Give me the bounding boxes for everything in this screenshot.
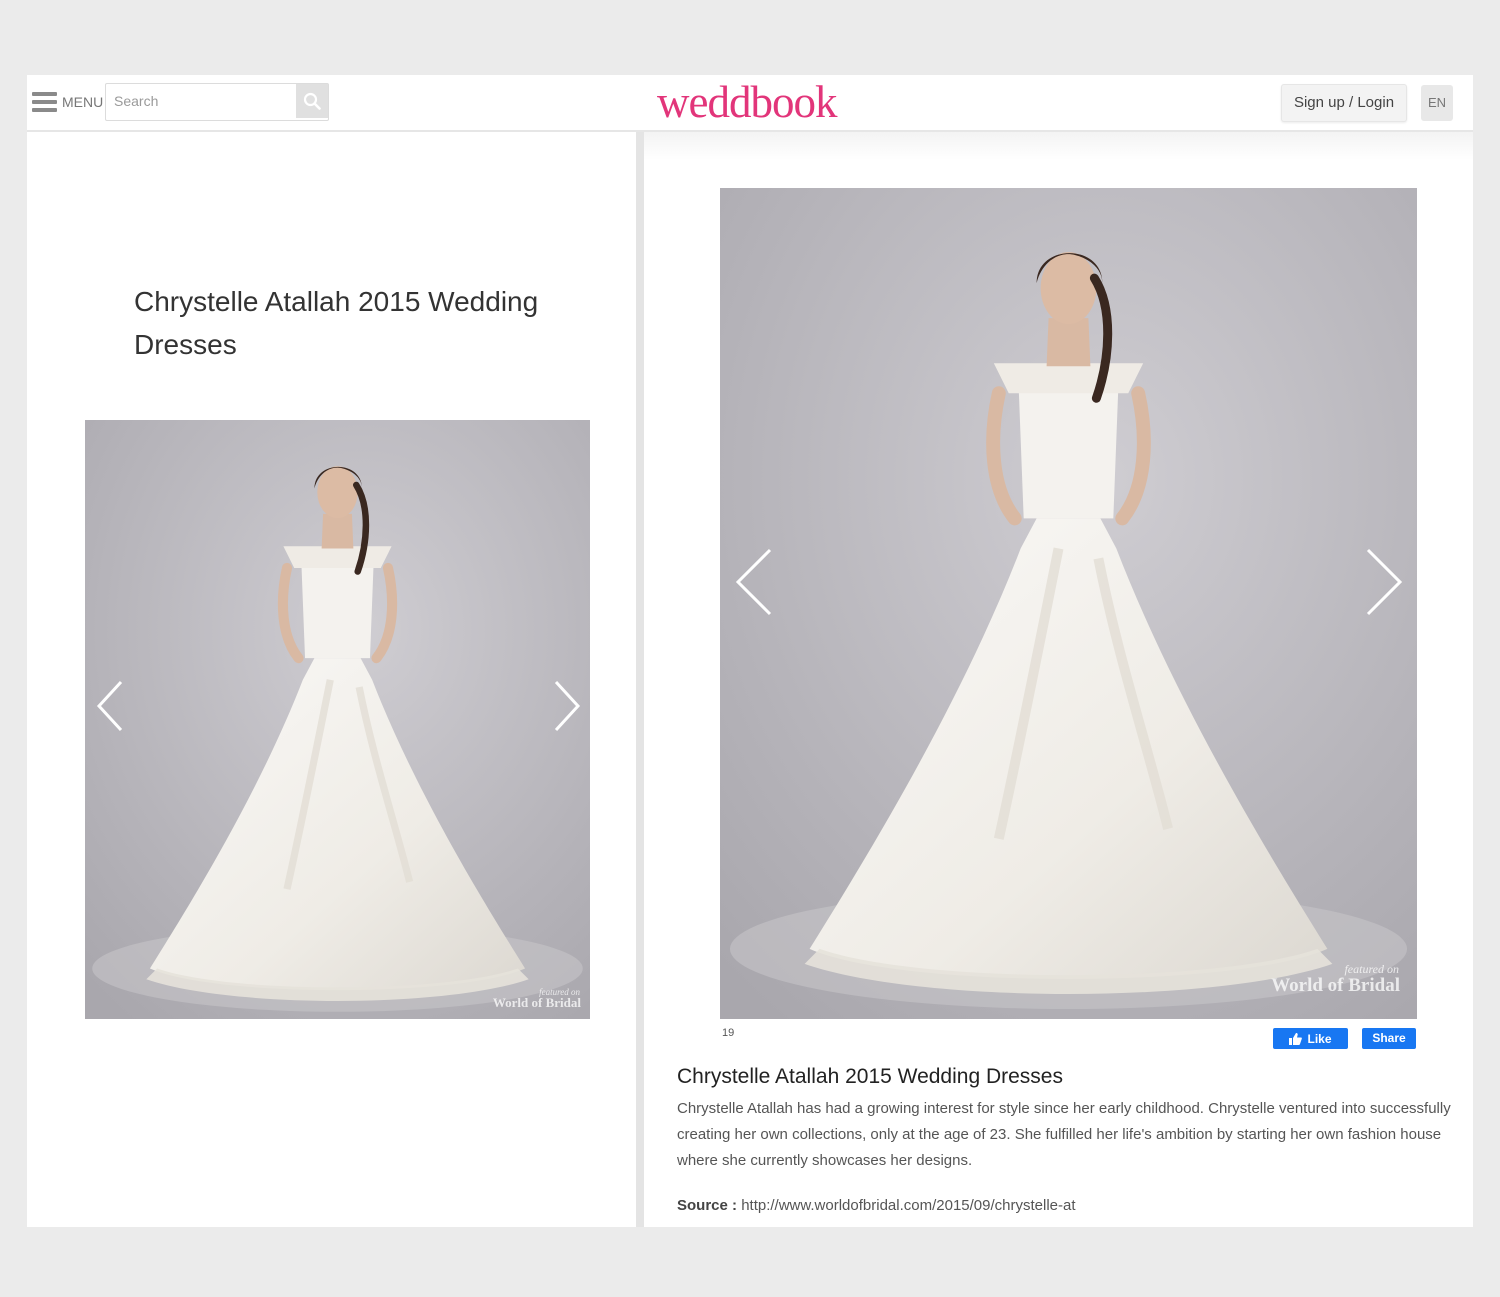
chevron-right-icon[interactable] — [1364, 546, 1406, 618]
thumbs-up-icon — [1289, 1032, 1303, 1045]
chevron-right-icon[interactable] — [552, 678, 584, 734]
wedding-dress-photo — [85, 420, 590, 1019]
panel-top-shadow — [644, 132, 1473, 160]
search-box — [105, 83, 329, 121]
search-button[interactable] — [296, 84, 328, 118]
facebook-like-button[interactable]: Like — [1273, 1028, 1348, 1049]
panel-divider — [636, 132, 644, 1227]
left-gallery-title: Chrystelle Atallah 2015 Wedding Dresses — [134, 286, 539, 360]
language-selector[interactable]: EN — [1421, 85, 1453, 121]
menu-button[interactable]: MENU — [32, 89, 103, 115]
gallery-title: Chrystelle Atallah 2015 Wedding Dresses — [677, 1065, 1063, 1088]
source-link[interactable]: http://www.worldofbridal.com/2015/09/chr… — [741, 1197, 1075, 1214]
like-label: Like — [1307, 1031, 1332, 1046]
facebook-share-button[interactable]: Share — [1362, 1028, 1416, 1049]
right-gallery-image: featured on World of Bridal — [720, 188, 1417, 1019]
search-input[interactable] — [106, 84, 292, 118]
left-gallery-image: featured on World of Bridal — [85, 420, 590, 1019]
wedding-dress-photo-large — [720, 188, 1417, 1019]
search-icon — [303, 92, 321, 110]
signup-login-button[interactable]: Sign up / Login — [1281, 84, 1407, 122]
watermark-world-of-bridal: World of Bridal — [1271, 975, 1400, 996]
image-counter: 19 — [722, 1027, 735, 1039]
watermark-world-of-bridal: World of Bridal — [492, 995, 581, 1010]
top-navigation-bar: MENU weddbook Sign up / Login EN — [27, 75, 1473, 132]
menu-label: MENU — [62, 94, 104, 110]
hamburger-icon — [32, 91, 57, 113]
weddbook-logo[interactable]: weddbook — [657, 77, 837, 127]
page-frame: MENU weddbook Sign up / Login EN Chryste… — [27, 75, 1473, 1227]
source-line: Source : http://www.worldofbridal.com/20… — [677, 1197, 1076, 1214]
chevron-left-icon[interactable] — [732, 546, 774, 618]
chevron-left-icon[interactable] — [93, 678, 125, 734]
source-label: Source : — [677, 1197, 738, 1214]
gallery-description: Chrystelle Atallah has had a growing int… — [677, 1100, 1451, 1169]
